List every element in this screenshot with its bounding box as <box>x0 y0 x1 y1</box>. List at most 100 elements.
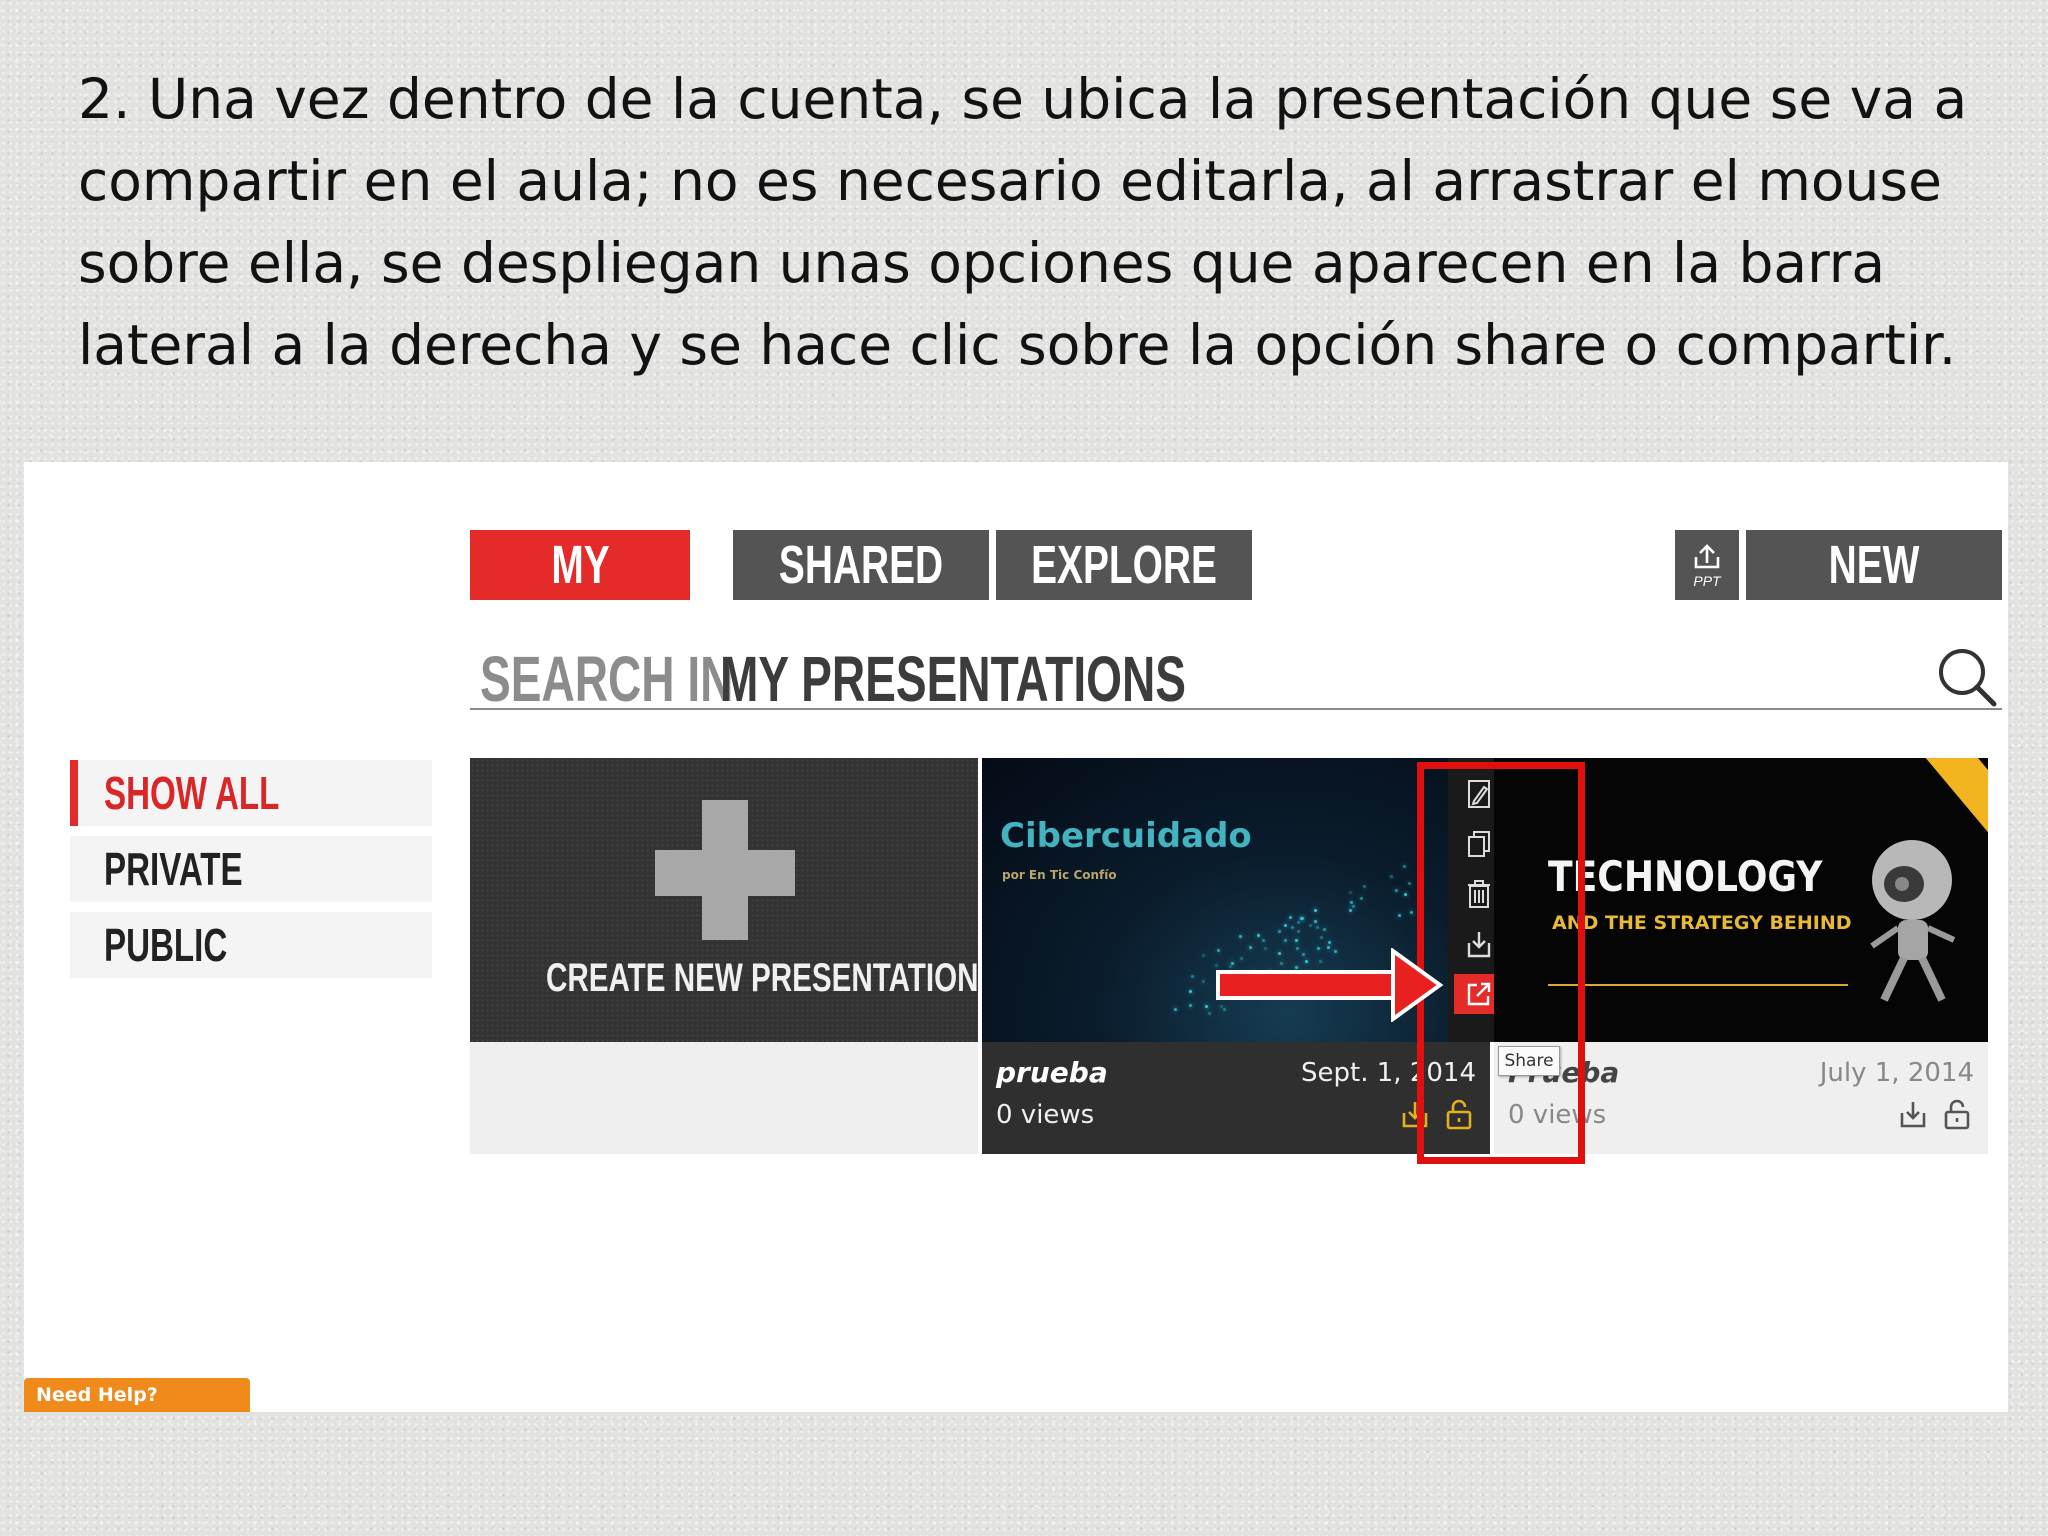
network-dot <box>1327 941 1331 945</box>
network-dot <box>1284 923 1288 927</box>
search-main-text: MY PRESENTATIONS <box>720 643 1186 715</box>
network-dot <box>1348 909 1352 913</box>
network-dot <box>1277 930 1281 934</box>
presentation-title[interactable]: prueba <box>996 1056 1108 1089</box>
network-dot <box>1326 946 1330 950</box>
network-dot <box>1296 929 1300 933</box>
network-dot <box>1308 923 1312 927</box>
network-dot <box>1280 962 1284 966</box>
tab-explore[interactable]: EXPLORE <box>996 530 1252 600</box>
network-dot <box>1248 945 1252 949</box>
network-dot <box>1407 882 1411 886</box>
network-dot <box>1256 934 1260 938</box>
upload-icon <box>1694 544 1720 569</box>
network-dot <box>1188 990 1192 994</box>
network-dot <box>1304 960 1308 964</box>
network-dot <box>1204 1004 1208 1008</box>
network-dot <box>1295 938 1299 942</box>
network-dot <box>1322 927 1326 931</box>
create-presentation-card[interactable]: CREATE NEW PRESENTATION <box>470 758 978 1042</box>
network-dot <box>1288 915 1292 919</box>
thumbnail-subtitle-technology: AND THE STRATEGY BEHIND <box>1552 912 1852 934</box>
network-dot <box>1319 936 1323 940</box>
network-dot <box>1296 946 1300 950</box>
robot-icon <box>1870 840 1956 1002</box>
thumbnail-title: Cibercuidado <box>1000 816 1252 856</box>
network-dot <box>1230 961 1234 965</box>
network-dot <box>1295 965 1299 969</box>
pointer-arrow <box>1216 970 1394 1000</box>
filter-private[interactable]: PRIVATE <box>70 836 432 902</box>
thumbnail-subtitle: por En Tic Confío <box>1002 868 1117 882</box>
network-dot <box>1349 890 1353 894</box>
network-dot <box>1202 954 1206 958</box>
download-icon[interactable] <box>1898 1098 1928 1130</box>
network-dot <box>1316 947 1320 951</box>
tab-explore-label: EXPLORE <box>1031 535 1217 595</box>
network-dot <box>1190 974 1194 978</box>
filter-private-label: PRIVATE <box>104 843 243 895</box>
filter-show-all[interactable]: SHOW ALL <box>70 760 432 826</box>
presentation-date-technology: July 1, 2014 <box>1819 1058 1974 1088</box>
network-dot <box>1301 953 1305 957</box>
network-dot <box>1214 964 1218 968</box>
tab-shared[interactable]: SHARED <box>733 530 989 600</box>
network-dot <box>1297 920 1301 924</box>
network-dot <box>1222 1008 1226 1011</box>
network-dot <box>1350 901 1354 905</box>
upload-ppt-button[interactable]: PPT <box>1675 530 1739 600</box>
network-dot <box>1264 946 1268 950</box>
network-dot <box>1239 935 1243 939</box>
network-dot <box>1409 910 1413 914</box>
network-dot <box>1398 914 1402 918</box>
network-dot <box>1173 1007 1177 1011</box>
tab-my[interactable]: MY <box>470 530 690 600</box>
new-button-label: NEW <box>1828 535 1920 595</box>
filter-public-label: PUBLIC <box>104 919 228 971</box>
create-presentation-label: CREATE NEW PRESENTATION <box>545 956 979 1000</box>
plus-icon-bar <box>655 850 795 896</box>
pointer-arrowhead <box>1391 948 1444 1022</box>
filter-public[interactable]: PUBLIC <box>70 912 432 978</box>
network-dot <box>1403 893 1407 897</box>
network-dot <box>1207 1012 1211 1016</box>
need-help-button[interactable]: Need Help? <box>24 1378 250 1412</box>
search-input[interactable]: SEARCH IN MY PRESENTATIONS <box>470 640 2002 715</box>
network-dot <box>1229 964 1233 968</box>
tab-my-label: MY <box>550 535 610 595</box>
presentation-views: 0 views <box>996 1100 1095 1130</box>
network-dot <box>1313 920 1317 924</box>
network-dot <box>1202 980 1206 984</box>
search-prefix: SEARCH IN <box>480 643 734 715</box>
network-dot <box>1394 889 1398 893</box>
filter-show-all-label: SHOW ALL <box>104 767 280 819</box>
network-dot <box>1283 938 1287 942</box>
create-card-footer <box>470 1042 978 1154</box>
network-dot <box>1334 949 1338 953</box>
search-icon[interactable] <box>1936 646 1998 708</box>
network-dot <box>1239 956 1243 960</box>
tab-shared-label: SHARED <box>778 535 944 595</box>
network-dot <box>1290 926 1294 930</box>
network-dot <box>1217 949 1221 953</box>
network-dot <box>1363 884 1367 888</box>
thumbnail-divider <box>1548 984 1848 986</box>
network-dot <box>1261 939 1265 943</box>
instruction-text: 2. Una vez dentro de la cuenta, se ubica… <box>78 67 1968 377</box>
network-dot <box>1360 897 1364 901</box>
upload-ppt-label: PPT <box>1693 573 1721 589</box>
network-dot <box>1314 908 1318 912</box>
thumbnail-title-technology: TECHNOLOGY <box>1548 852 1823 901</box>
presentation-card-footer[interactable]: prueba 0 views Sept. 1, 2014 <box>982 1042 1490 1154</box>
network-dot <box>1352 905 1356 909</box>
unlock-icon[interactable] <box>1942 1098 1972 1130</box>
network-dot <box>1189 1003 1193 1007</box>
network-dot <box>1318 959 1322 963</box>
new-presentation-button[interactable]: NEW <box>1746 530 2002 600</box>
network-dot <box>1278 952 1282 956</box>
network-dot <box>1316 925 1320 929</box>
network-dot <box>1403 864 1407 868</box>
presentation-dashboard-screenshot: MY SHARED EXPLORE PPT NEW SEARCH IN MY P… <box>24 462 2008 1412</box>
network-dot <box>1390 874 1394 878</box>
share-tooltip: Share <box>1498 1046 1560 1076</box>
